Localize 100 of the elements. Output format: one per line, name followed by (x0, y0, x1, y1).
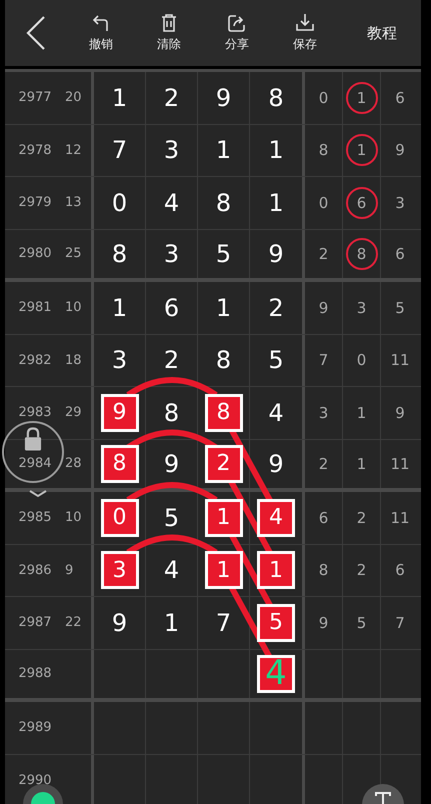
digit[interactable]: 1 (112, 294, 128, 322)
digit[interactable]: 0 (112, 188, 128, 217)
tutorial-button[interactable]: 教程 (347, 13, 417, 53)
stat-value: 3 (394, 192, 406, 214)
digit[interactable]: 8 (112, 240, 128, 268)
digit[interactable]: 4 (164, 188, 180, 217)
toolbar-button[interactable]: 保存 (271, 13, 339, 53)
marked-digit[interactable]: 4 (257, 498, 295, 537)
stat-value: 9 (318, 298, 330, 319)
circled-value: 1 (346, 134, 378, 166)
digit[interactable]: 8 (216, 188, 232, 217)
issue-number: 2989 (18, 720, 52, 736)
marked-digit[interactable]: 2 (204, 444, 242, 483)
digit[interactable]: 6 (164, 294, 180, 322)
stat-value: 1 (356, 402, 368, 424)
digit[interactable]: 9 (164, 450, 180, 478)
digit[interactable]: 3 (164, 136, 180, 164)
digit[interactable]: 5 (164, 504, 180, 532)
toolbar-button[interactable]: 撤销 (67, 13, 135, 53)
sum-value: 25 (65, 246, 82, 262)
stat-value: 6 (318, 508, 330, 529)
digit[interactable]: 2 (268, 294, 284, 322)
back-icon (25, 15, 47, 51)
issue-number: 2983 (18, 405, 52, 420)
digit[interactable]: 8 (164, 398, 180, 427)
digit[interactable]: 1 (268, 188, 284, 217)
marked-digit[interactable]: 1 (204, 551, 242, 590)
sum-value: 10 (65, 300, 82, 316)
digit[interactable]: 1 (164, 608, 180, 637)
stat-value: 0 (318, 192, 330, 214)
circled-value: 1 (346, 82, 378, 114)
issue-number: 2985 (18, 510, 52, 526)
stat-value: 2 (356, 560, 368, 582)
stat-value: 2 (356, 508, 368, 529)
digit[interactable]: 9 (268, 450, 284, 478)
digit[interactable]: 4 (164, 556, 180, 584)
digit[interactable]: 8 (216, 346, 232, 374)
marked-digit[interactable]: 5 (257, 604, 295, 642)
issue-number: 2984 (18, 456, 52, 472)
lock-icon (22, 427, 44, 452)
digit[interactable]: 5 (216, 240, 232, 268)
marked-digit[interactable]: 9 (100, 394, 138, 432)
issue-number: 2978 (18, 142, 52, 158)
issue-number: 2986 (18, 562, 52, 578)
stat-value: 1 (356, 454, 368, 475)
sum-value: 18 (65, 352, 82, 368)
stat-value: 11 (389, 350, 411, 372)
digit[interactable]: 1 (216, 136, 232, 164)
marked-digit[interactable]: 0 (100, 498, 138, 537)
stat-value: 5 (356, 612, 368, 634)
digit[interactable]: 9 (112, 608, 128, 637)
chevron-down-icon[interactable] (29, 490, 47, 498)
digit[interactable]: 3 (164, 240, 180, 268)
download-icon (295, 13, 315, 33)
marked-digit[interactable]: 8 (204, 394, 242, 432)
stat-value: 3 (318, 402, 330, 424)
lock-button[interactable] (2, 421, 64, 483)
marked-digit[interactable]: 1 (257, 551, 295, 590)
stat-value: 5 (394, 298, 406, 319)
stat-value: 11 (389, 454, 411, 475)
sum-value: 9 (65, 562, 74, 578)
sum-value: 22 (65, 615, 82, 630)
stat-value: 11 (389, 508, 411, 529)
issue-number: 2980 (18, 246, 52, 262)
toolbar-button[interactable]: 分享 (203, 13, 271, 53)
issue-number: 2988 (18, 666, 52, 682)
digit[interactable]: 7 (112, 136, 128, 164)
stat-value: 9 (394, 402, 406, 424)
marked-digit[interactable]: 8 (100, 444, 138, 483)
digit[interactable]: 1 (268, 136, 284, 164)
sum-value: 12 (65, 142, 82, 158)
stat-value: 3 (356, 298, 368, 319)
digit[interactable]: 8 (268, 84, 284, 112)
digit[interactable]: 3 (112, 346, 128, 374)
digit[interactable]: 9 (216, 84, 232, 112)
text-format-icon (374, 792, 392, 804)
marked-digit[interactable]: 1 (204, 498, 242, 537)
digit[interactable]: 4 (268, 398, 284, 427)
digit[interactable]: 1 (112, 84, 128, 112)
issue-number: 2990 (18, 772, 52, 788)
circled-value: 8 (346, 238, 378, 270)
stat-value: 9 (318, 612, 330, 634)
sum-value: 28 (65, 456, 82, 472)
digit[interactable]: 2 (164, 84, 180, 112)
toolbar-button[interactable]: 清除 (135, 13, 203, 53)
digit[interactable]: 5 (268, 346, 284, 374)
digit[interactable]: 2 (164, 346, 180, 374)
stat-value: 6 (394, 88, 406, 109)
stat-value: 7 (394, 612, 406, 634)
stat-value: 6 (394, 244, 406, 265)
marked-digit[interactable]: 3 (100, 551, 138, 590)
sum-value: 20 (65, 90, 82, 106)
digit[interactable]: 9 (268, 240, 284, 268)
stat-value: 0 (356, 350, 368, 372)
sum-value: 10 (65, 510, 82, 526)
digit[interactable]: 1 (216, 294, 232, 322)
digit[interactable]: 7 (216, 608, 232, 637)
share-icon (227, 13, 247, 33)
issue-number: 2981 (18, 300, 52, 316)
stat-value: 6 (394, 560, 406, 582)
